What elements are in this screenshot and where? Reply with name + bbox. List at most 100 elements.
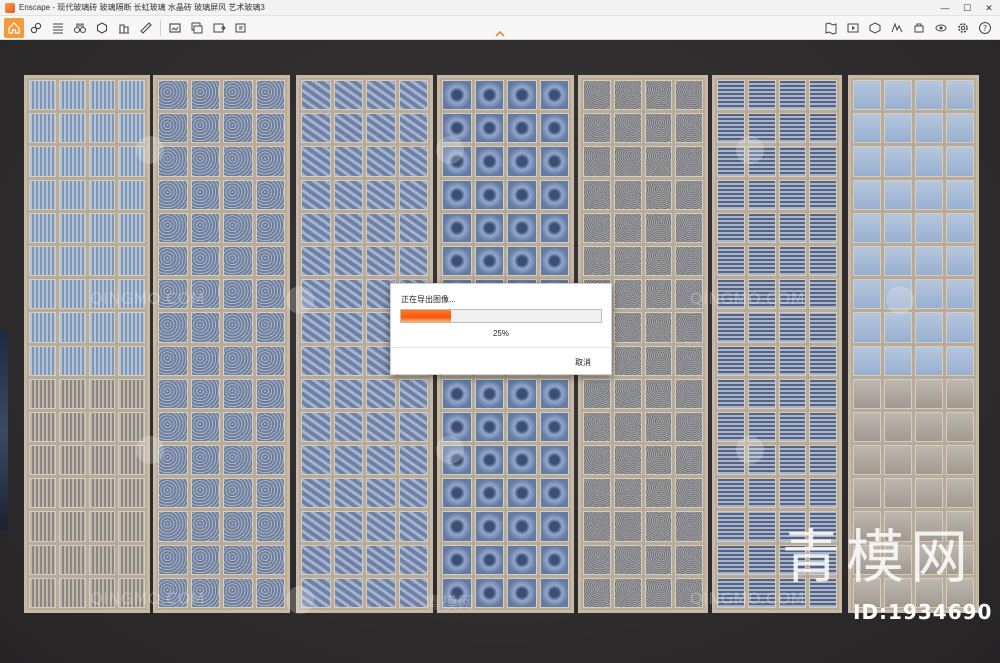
link-button[interactable] bbox=[26, 18, 46, 38]
glass-block bbox=[58, 245, 86, 277]
glass-block bbox=[190, 146, 220, 177]
glass-block bbox=[301, 544, 331, 575]
glass-block bbox=[366, 113, 396, 144]
glass-block bbox=[474, 544, 504, 575]
glass-block bbox=[915, 245, 943, 277]
building-button[interactable] bbox=[114, 18, 134, 38]
glass-block bbox=[644, 113, 673, 144]
cancel-button[interactable]: 取消 bbox=[575, 357, 591, 368]
glass-block bbox=[118, 478, 145, 509]
measure-button[interactable] bbox=[136, 18, 156, 38]
glass-block bbox=[301, 445, 331, 476]
glass-block bbox=[158, 80, 188, 111]
help-button[interactable]: ? bbox=[975, 18, 995, 38]
glass-block bbox=[507, 80, 537, 111]
glass-block bbox=[366, 179, 396, 210]
capture-button[interactable] bbox=[909, 18, 929, 38]
screenshot-button[interactable] bbox=[165, 18, 185, 38]
glass-block bbox=[946, 411, 974, 443]
glass-block bbox=[583, 179, 611, 210]
glass-block bbox=[507, 445, 537, 476]
binoculars-icon bbox=[73, 23, 87, 33]
glass-block bbox=[474, 113, 504, 144]
glass-block bbox=[255, 445, 285, 476]
glass-block bbox=[255, 312, 285, 343]
glass-block bbox=[58, 445, 86, 476]
glass-block bbox=[778, 345, 807, 376]
glass-block bbox=[366, 445, 396, 476]
minimize-button[interactable]: — bbox=[934, 0, 956, 16]
list-button[interactable] bbox=[48, 18, 68, 38]
glass-block bbox=[613, 544, 642, 575]
glass-block bbox=[613, 577, 642, 608]
glass-block bbox=[853, 146, 881, 177]
glass-block bbox=[474, 378, 504, 409]
glass-block bbox=[613, 378, 642, 409]
glass-block bbox=[190, 80, 220, 111]
collapse-toolbar-icon[interactable] bbox=[494, 29, 506, 39]
svg-text:?: ? bbox=[983, 24, 987, 33]
glass-block bbox=[539, 511, 569, 542]
glass-block bbox=[583, 80, 611, 111]
glass-block bbox=[255, 577, 285, 608]
batch-render-button[interactable] bbox=[187, 18, 207, 38]
glass-block bbox=[223, 245, 253, 277]
glass-block bbox=[539, 411, 569, 443]
glass-block bbox=[675, 478, 703, 509]
glass-block bbox=[118, 312, 145, 343]
glass-block bbox=[778, 80, 807, 111]
glass-block bbox=[583, 245, 611, 277]
glass-block bbox=[539, 146, 569, 177]
glass-block bbox=[88, 478, 116, 509]
glass-block bbox=[398, 378, 428, 409]
glass-block bbox=[717, 544, 745, 575]
close-button[interactable]: ✕ bbox=[978, 0, 1000, 16]
glass-block bbox=[915, 279, 943, 310]
video-editor-button[interactable] bbox=[843, 18, 863, 38]
glass-block bbox=[507, 478, 537, 509]
maximize-button[interactable]: ☐ bbox=[956, 0, 978, 16]
glass-block bbox=[29, 378, 56, 409]
glass-block bbox=[675, 445, 703, 476]
glass-block bbox=[675, 146, 703, 177]
glass-block bbox=[539, 445, 569, 476]
visual-settings-button[interactable] bbox=[931, 18, 951, 38]
glass-block bbox=[333, 378, 363, 409]
settings-button[interactable] bbox=[953, 18, 973, 38]
glass-block bbox=[442, 511, 472, 542]
home-button[interactable] bbox=[4, 17, 24, 38]
glass-block bbox=[507, 113, 537, 144]
glass-block bbox=[507, 378, 537, 409]
glass-block bbox=[884, 478, 912, 509]
watermark-logo-icon bbox=[286, 586, 314, 614]
glass-block bbox=[333, 279, 363, 310]
glass-block bbox=[946, 345, 974, 376]
glass-block bbox=[58, 378, 86, 409]
glass-block bbox=[507, 511, 537, 542]
glass-block bbox=[29, 544, 56, 575]
map-button[interactable] bbox=[821, 18, 841, 38]
glass-block bbox=[915, 445, 943, 476]
export-settings-button[interactable] bbox=[231, 18, 251, 38]
glass-block bbox=[29, 345, 56, 376]
glass-block bbox=[778, 212, 807, 243]
textured-glass-panel bbox=[153, 75, 290, 613]
glass-block bbox=[644, 411, 673, 443]
ribbed-glass-panel bbox=[24, 75, 150, 613]
glass-block bbox=[29, 577, 56, 608]
asset-library-button[interactable] bbox=[865, 18, 885, 38]
glass-block bbox=[915, 411, 943, 443]
glass-block bbox=[884, 378, 912, 409]
export-button[interactable] bbox=[209, 18, 229, 38]
glass-block bbox=[118, 345, 145, 376]
glass-block bbox=[946, 146, 974, 177]
glass-block bbox=[366, 80, 396, 111]
glass-block bbox=[158, 544, 188, 575]
glass-block bbox=[223, 212, 253, 243]
walk-mode-button[interactable] bbox=[70, 18, 90, 38]
object-button[interactable] bbox=[92, 18, 112, 38]
material-editor-button[interactable] bbox=[887, 18, 907, 38]
glass-block bbox=[644, 80, 673, 111]
glass-block bbox=[223, 478, 253, 509]
glass-block bbox=[778, 113, 807, 144]
